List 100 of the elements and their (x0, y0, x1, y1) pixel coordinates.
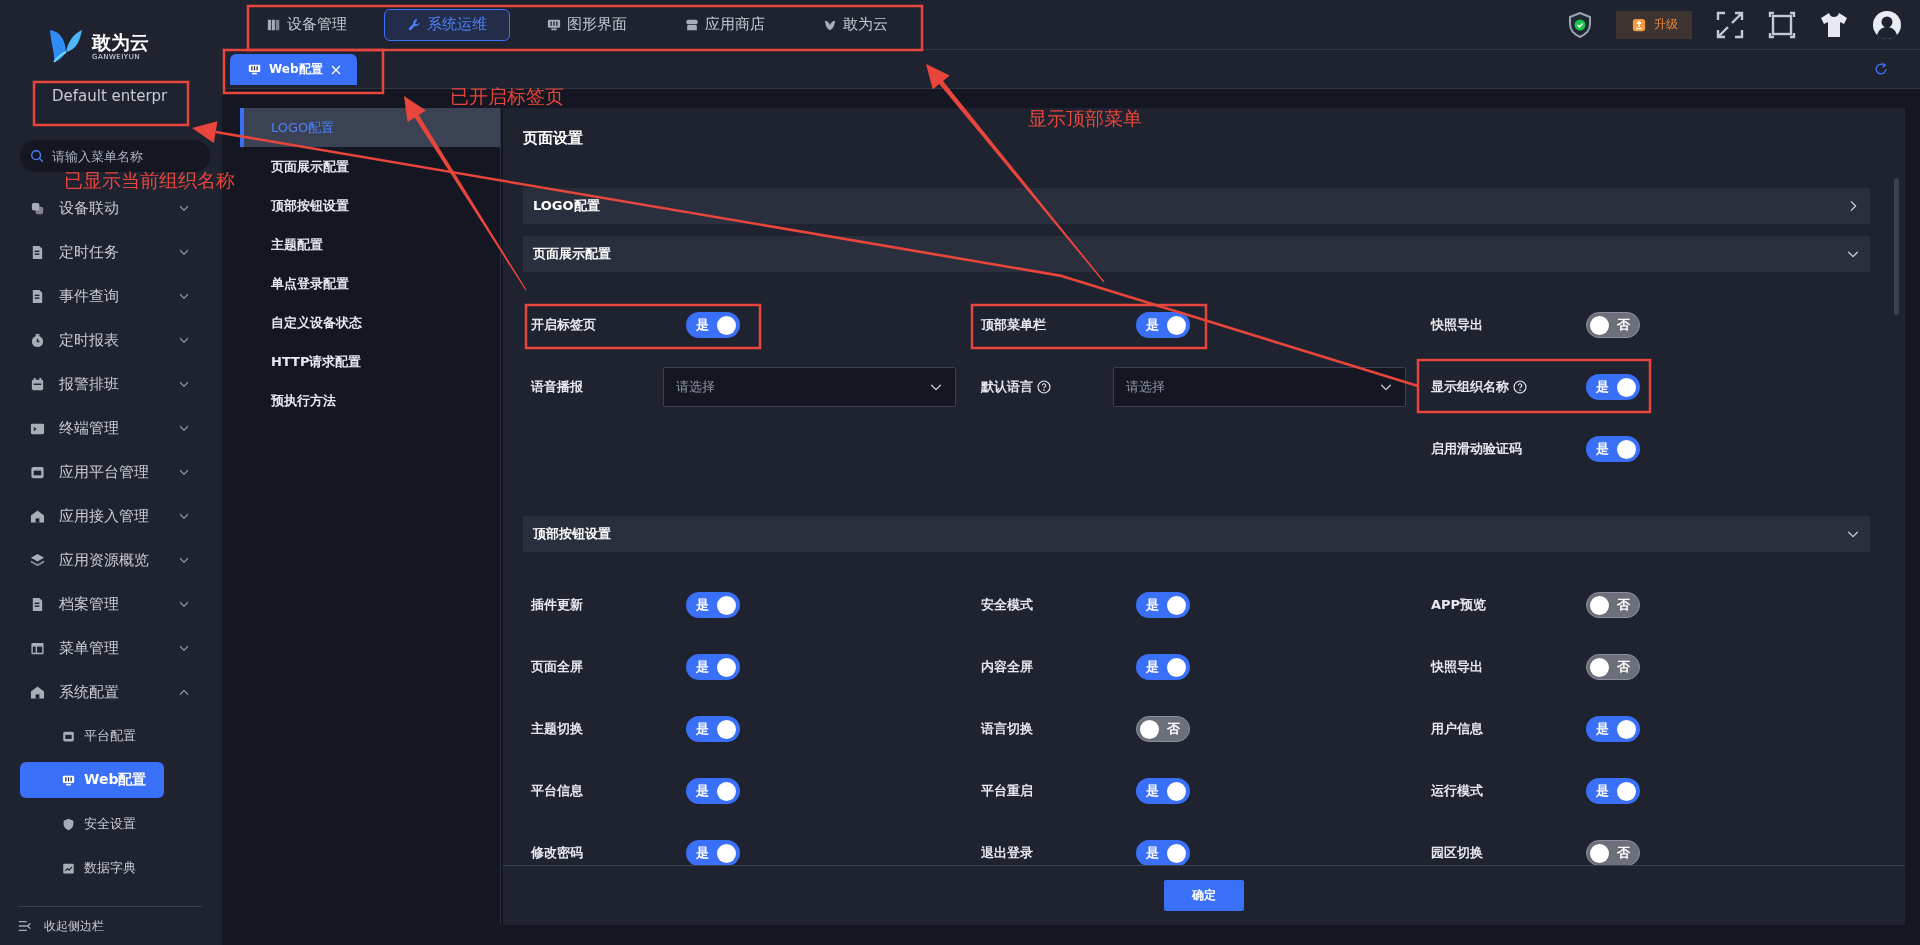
field-label: 平台信息 (531, 782, 583, 800)
panel-title: 页面设置 (523, 130, 583, 146)
sidebar-item[interactable]: 事件查询 (0, 281, 222, 311)
toggle-switch[interactable]: 是 (686, 716, 740, 742)
submenu-item[interactable]: 主题配置 (240, 225, 500, 264)
fullscreen-icon (1716, 10, 1744, 39)
sidebar-item[interactable]: 应用平台管理 (0, 457, 222, 487)
field-label: 退出登录 (981, 844, 1033, 862)
toggle-switch[interactable]: 是 (1136, 592, 1190, 618)
house-icon (30, 684, 45, 700)
annotation-text: 已显示当前组织名称 (64, 170, 235, 191)
toggle-switch[interactable]: 否 (1586, 312, 1640, 338)
toggle-switch[interactable]: 否 (1136, 716, 1190, 742)
sidebar-item[interactable]: 设备联动 (0, 193, 222, 223)
scrollbar[interactable] (1894, 178, 1899, 315)
logo-name: 敢为云 (92, 30, 149, 53)
collapse-sidebar-button[interactable]: 收起侧边栏 (18, 917, 104, 935)
collapse-icon (18, 919, 32, 933)
toggle-switch[interactable]: 否 (1586, 654, 1640, 680)
document-icon (30, 596, 45, 612)
field-label: 快照导出 (1431, 316, 1483, 334)
field-label: 开启标签页 (531, 316, 596, 334)
submenu-item[interactable]: 单点登录配置 (240, 264, 500, 303)
toggle-switch[interactable]: 否 (1586, 592, 1640, 618)
field-label: 修改密码 (531, 844, 583, 862)
top-menu-item[interactable]: 敢为云 (802, 8, 909, 41)
annotation-text: 显示顶部菜单 (1028, 108, 1142, 129)
confirm-button[interactable]: 确定 (1164, 880, 1244, 911)
select-field[interactable]: 请选择 (663, 367, 956, 407)
link-icon (30, 200, 45, 216)
field-label: APP预览 (1431, 596, 1487, 614)
sidebar-item[interactable]: 终端管理 (0, 413, 222, 443)
store-icon (685, 17, 699, 32)
shirt-icon (1820, 11, 1848, 38)
field-label: 园区切换 (1431, 844, 1483, 862)
sidebar-item[interactable]: 档案管理 (0, 589, 222, 619)
sidebar-item[interactable]: 应用资源概览 (0, 545, 222, 575)
section-header[interactable]: LOGO配置 (523, 188, 1870, 224)
toggle-switch[interactable]: 是 (1586, 374, 1640, 400)
top-menu-item[interactable]: 图形界面 (526, 8, 648, 41)
shield-check-icon (1568, 11, 1592, 38)
submenu-item[interactable]: 页面展示配置 (240, 147, 500, 186)
toggle-switch[interactable]: 是 (686, 654, 740, 680)
window-icon (30, 464, 45, 480)
avatar-icon (1872, 9, 1902, 40)
document-icon (30, 288, 45, 304)
section-header[interactable]: 顶部按钮设置 (523, 516, 1870, 552)
layers-icon (30, 552, 45, 568)
stopwatch-icon (30, 332, 45, 348)
field-label: 顶部菜单栏 (981, 316, 1046, 334)
top-menu-item[interactable]: 系统运维 (384, 8, 510, 41)
sidebar-item[interactable]: 应用接入管理 (0, 501, 222, 531)
sidebar-item[interactable]: 系统配置 (0, 677, 222, 707)
upgrade-icon (1632, 17, 1646, 32)
window-icon (62, 729, 75, 743)
submenu-item[interactable]: HTTP请求配置 (240, 342, 500, 381)
field-label: 快照导出 (1431, 658, 1483, 676)
toggle-switch[interactable]: 是 (1586, 778, 1640, 804)
toggle-switch[interactable]: 是 (1136, 312, 1190, 338)
wrench-icon (407, 17, 421, 32)
toggle-switch[interactable]: 否 (1586, 840, 1640, 865)
field-label: 内容全屏 (981, 658, 1033, 676)
toggle-switch[interactable]: 是 (686, 312, 740, 338)
sidebar-item[interactable]: Web配置 (20, 762, 164, 798)
toggle-switch[interactable]: 是 (686, 592, 740, 618)
sidebar-item[interactable]: 安全设置 (20, 806, 164, 842)
toggle-switch[interactable]: 是 (1136, 778, 1190, 804)
monitor-icon (547, 17, 561, 32)
annotation-text: 已开启标签页 (450, 86, 564, 107)
toggle-switch[interactable]: 是 (686, 778, 740, 804)
submenu-item[interactable]: 预执行方法 (240, 381, 500, 420)
tab[interactable]: Web配置 (230, 54, 357, 85)
section-header[interactable]: 页面展示配置 (523, 236, 1870, 272)
toggle-switch[interactable]: 是 (1586, 716, 1640, 742)
sidebar-item[interactable]: 菜单管理 (0, 633, 222, 663)
toggle-switch[interactable]: 是 (1136, 840, 1190, 865)
sidebar-item[interactable]: 数据字典 (20, 850, 164, 886)
toggle-switch[interactable]: 是 (686, 840, 740, 865)
toggle-switch[interactable]: 是 (1136, 654, 1190, 680)
submenu-item[interactable]: 顶部按钮设置 (240, 186, 500, 225)
refresh-icon (1874, 62, 1888, 76)
sidebar-item[interactable]: 报警排班 (0, 369, 222, 399)
sidebar-item[interactable]: 定时任务 (0, 237, 222, 267)
toggle-switch[interactable]: 是 (1586, 436, 1640, 462)
books-icon (267, 17, 281, 32)
upgrade-button[interactable]: 升级 (1616, 10, 1692, 39)
submenu-item[interactable]: 自定义设备状态 (240, 303, 500, 342)
house-icon (30, 508, 45, 524)
field-label: 启用滑动验证码 (1431, 440, 1522, 458)
field-label: 默认语言 (981, 378, 1033, 396)
top-menu-item[interactable]: 应用商店 (664, 8, 786, 41)
shield-icon (62, 817, 75, 831)
select-field[interactable]: 请选择 (1113, 367, 1406, 407)
top-menu-item[interactable]: 设备管理 (246, 8, 368, 41)
field-label: 页面全屏 (531, 658, 583, 676)
monitor-icon (62, 773, 75, 787)
sidebar-item[interactable]: 定时报表 (0, 325, 222, 355)
search-field[interactable]: 请输入菜单名称 (20, 140, 210, 172)
sidebar-item[interactable]: 平台配置 (20, 718, 164, 754)
chart-icon (62, 861, 75, 875)
